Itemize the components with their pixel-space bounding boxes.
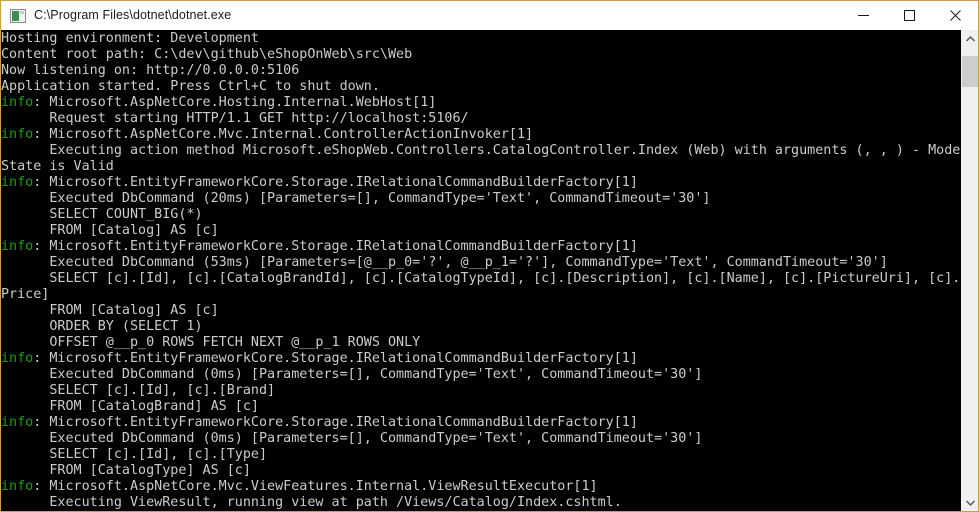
log-level-info: info (1, 415, 34, 430)
console-line: info: Microsoft.AspNetCore.Mvc.ViewFeatu… (1, 479, 961, 495)
console-text: Executed DbCommand (0ms) [Parameters=[],… (1, 431, 703, 446)
console-line: info: Microsoft.AspNetCore.Mvc.Internal.… (1, 127, 961, 143)
console-line: info: Microsoft.EntityFrameworkCore.Stor… (1, 239, 961, 255)
console-text: : Microsoft.EntityFrameworkCore.Storage.… (33, 415, 638, 430)
console-line: Application started. Press Ctrl+C to shu… (1, 79, 961, 95)
maximize-button[interactable] (886, 1, 932, 30)
console-line: info: Microsoft.EntityFrameworkCore.Stor… (1, 415, 961, 431)
console-line: FROM [CatalogType] AS [c] (1, 463, 961, 479)
console-text: : Microsoft.EntityFrameworkCore.Storage.… (33, 175, 638, 190)
console-line: Executed DbCommand (20ms) [Parameters=[]… (1, 191, 961, 207)
window-title: C:\Program Files\dotnet\dotnet.exe (34, 8, 232, 22)
log-level-info: info (1, 479, 34, 494)
console-text: Executed DbCommand (0ms) [Parameters=[],… (1, 367, 703, 382)
console-line: Executed DbCommand (0ms) [Parameters=[],… (1, 431, 961, 447)
console-line: Executed DbCommand (53ms) [Parameters=[@… (1, 255, 961, 271)
console-output[interactable]: Hosting environment: Development Content … (1, 30, 961, 511)
console-line: Executed DbCommand (0ms) [Parameters=[],… (1, 367, 961, 383)
console-body: Hosting environment: Development Content … (1, 30, 978, 511)
console-line: State is Valid (1, 159, 961, 175)
console-line: SELECT [c].[Id], [c].[CatalogBrandId], [… (1, 271, 961, 287)
console-line: SELECT [c].[Id], [c].[Brand] (1, 383, 961, 399)
console-line: SELECT COUNT_BIG(*) (1, 207, 961, 223)
console-text: Now listening on: http://0.0.0.0:5106 (1, 63, 300, 78)
console-text: : Microsoft.EntityFrameworkCore.Storage.… (33, 239, 638, 254)
console-text: Price] (1, 287, 50, 302)
console-text: ORDER BY (SELECT 1) (1, 319, 203, 334)
console-line-list: Hosting environment: Development Content … (1, 30, 961, 511)
console-text: SELECT [c].[Id], [c].[CatalogBrandId], [… (1, 271, 961, 286)
console-line: Request starting HTTP/1.1 GET http://loc… (1, 111, 961, 127)
console-text: Executed DbCommand (20ms) [Parameters=[]… (1, 191, 711, 206)
console-text: : Microsoft.AspNetCore.Mvc.ViewFeatures.… (33, 479, 598, 494)
console-text: Request starting HTTP/1.1 GET http://loc… (1, 111, 469, 126)
console-text: FROM [CatalogBrand] AS [c] (1, 399, 259, 414)
console-text: : Microsoft.AspNetCore.Mvc.Internal.Cont… (33, 127, 534, 142)
console-text: Application started. Press Ctrl+C to shu… (1, 79, 380, 94)
vertical-scrollbar[interactable] (961, 30, 978, 511)
console-line: FROM [Catalog] AS [c] (1, 303, 961, 319)
console-text: SELECT COUNT_BIG(*) (1, 207, 203, 222)
scrollbar-thumb[interactable] (962, 56, 978, 87)
console-text: Executing ViewResult, running view at pa… (1, 495, 622, 510)
console-line: Now listening on: http://0.0.0.0:5106 (1, 63, 961, 79)
console-line: Price] (1, 287, 961, 303)
window-controls (840, 1, 978, 30)
console-text: : Microsoft.EntityFrameworkCore.Storage.… (33, 351, 638, 366)
close-button[interactable] (932, 1, 978, 30)
console-text: : Microsoft.AspNetCore.Hosting.Internal.… (33, 95, 437, 110)
scrollbar-track[interactable] (962, 47, 978, 494)
console-text: FROM [Catalog] AS [c] (1, 223, 219, 238)
console-line: OFFSET @__p_0 ROWS FETCH NEXT @__p_1 ROW… (1, 335, 961, 351)
console-line: Hosting environment: Development (1, 31, 961, 47)
console-text: Executed DbCommand (53ms) [Parameters=[@… (1, 255, 888, 270)
log-level-info: info (1, 351, 34, 366)
scroll-up-arrow-icon[interactable] (962, 30, 978, 47)
console-line: FROM [Catalog] AS [c] (1, 223, 961, 239)
console-text: State is Valid (1, 159, 114, 174)
log-level-info: info (1, 239, 34, 254)
console-window: C:\Program Files\dotnet\dotnet.exe Hosti… (0, 0, 979, 512)
console-line: SELECT [c].[Id], [c].[Type] (1, 447, 961, 463)
console-line: info: Microsoft.AspNetCore.Hosting.Inter… (1, 95, 961, 111)
console-text: Hosting environment: Development (1, 31, 259, 46)
log-level-info: info (1, 95, 34, 110)
minimize-button[interactable] (840, 1, 886, 30)
console-text: FROM [CatalogType] AS [c] (1, 463, 251, 478)
log-level-info: info (1, 127, 34, 142)
console-line: info: Microsoft.EntityFrameworkCore.Stor… (1, 175, 961, 191)
console-text: SELECT [c].[Id], [c].[Brand] (1, 383, 276, 398)
console-text: Content root path: C:\dev\github\eShopOn… (1, 47, 413, 62)
window-titlebar[interactable]: C:\Program Files\dotnet\dotnet.exe (1, 1, 978, 30)
scroll-down-arrow-icon[interactable] (962, 494, 978, 511)
console-line: FROM [CatalogBrand] AS [c] (1, 399, 961, 415)
console-line: Content root path: C:\dev\github\eShopOn… (1, 47, 961, 63)
console-line: Executing ViewResult, running view at pa… (1, 495, 961, 511)
console-line: Executing action method Microsoft.eShopW… (1, 143, 961, 159)
console-line: ORDER BY (SELECT 1) (1, 319, 961, 335)
console-text: OFFSET @__p_0 ROWS FETCH NEXT @__p_1 ROW… (1, 335, 421, 350)
console-app-icon (10, 8, 26, 23)
log-level-info: info (1, 175, 34, 190)
console-text: SELECT [c].[Id], [c].[Type] (1, 447, 268, 462)
console-line: info: Microsoft.EntityFrameworkCore.Stor… (1, 351, 961, 367)
console-text: FROM [Catalog] AS [c] (1, 303, 219, 318)
console-text: Executing action method Microsoft.eShopW… (1, 143, 961, 158)
